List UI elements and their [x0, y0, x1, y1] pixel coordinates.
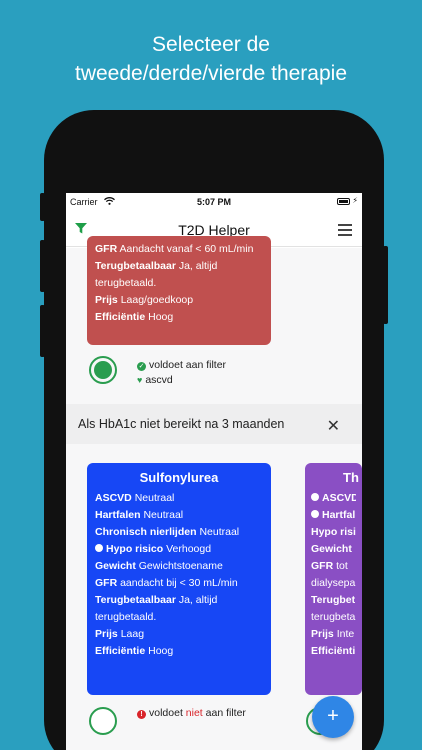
section-title: Als HbA1c niet bereikt na 3 maanden — [78, 417, 285, 431]
card-row: Gewicht — [311, 543, 352, 555]
card-title: Th — [343, 470, 359, 485]
card-row: Efficiëntie Hoog — [95, 311, 174, 323]
headline-line-2: tweede/derde/vierde therapie — [74, 62, 347, 85]
therapy-card-top[interactable]: GFR Aandacht vanaf < 60 mL/min Terugbeta… — [87, 236, 271, 345]
headline-line-1: Selecteer de — [152, 33, 270, 56]
card-row: GFR Aandacht vanaf < 60 mL/min — [95, 243, 254, 255]
status-bar: Carrier 5:07 PM ⚡ — [66, 193, 362, 211]
close-icon[interactable]: ✕ — [327, 416, 340, 436]
card-row: Terugbetaalbaar Ja, altijd — [95, 260, 218, 272]
section-header: Als HbA1c niet bereikt na 3 maanden ✕ — [66, 404, 362, 444]
card-row: ASCVD Neutraal — [95, 492, 175, 504]
phone-screen: Carrier 5:07 PM ⚡ T2D Helper GFR Aandach… — [66, 193, 362, 750]
filter-status-top: ✓ voldoet aan filter ♥ ascvd — [137, 359, 227, 386]
card-row: dialysepa — [311, 577, 356, 589]
check-dot-icon — [311, 493, 319, 501]
card-row: terugbetaald. — [95, 611, 157, 623]
card-title: Sulfonylurea — [139, 470, 219, 485]
card-row: Hypo risico Verhoogd — [95, 541, 263, 558]
card-row: Chronisch nierlijden Neutraal — [95, 526, 240, 538]
clock: 5:07 PM — [196, 197, 231, 207]
check-circle-icon: ✓ — [137, 362, 146, 371]
card-row: Efficiëntie Hoog — [95, 645, 174, 657]
card-row: Hypo risi — [311, 526, 356, 538]
therapy-list[interactable]: GFR Aandacht vanaf < 60 mL/min Terugbeta… — [66, 236, 362, 750]
card-row: Prijs Laag — [95, 628, 145, 640]
card-row: Gewicht Gewichtstoename — [95, 560, 223, 572]
add-button[interactable]: + — [312, 696, 354, 738]
error-icon: ! — [137, 710, 146, 719]
filter-status-sulfonylurea: ! voldoet niet aan filter — [137, 706, 246, 721]
card-row: Prijs Inte — [311, 628, 355, 640]
card-row: Efficiënti — [311, 645, 356, 657]
warning-dot-icon — [95, 544, 103, 552]
card-row: Terugbet — [311, 594, 356, 606]
card-row: GFR tot — [311, 560, 348, 572]
power-button — [383, 246, 388, 324]
select-radio-top[interactable] — [89, 356, 117, 384]
card-row: Terugbetaalbaar Ja, altijd — [95, 594, 218, 606]
volume-down-button — [40, 305, 45, 357]
card-row: Hartfal — [311, 507, 356, 524]
card-row: ASCVD — [311, 490, 356, 507]
heart-icon: ♥ — [137, 375, 143, 385]
warning-dot-icon — [311, 510, 319, 518]
volume-up-button — [40, 240, 45, 292]
card-row: terugbetaald. — [95, 277, 157, 289]
therapy-card-sulfonylurea[interactable]: Sulfonylurea ASCVD Neutraal Hartfalen Ne… — [87, 463, 271, 695]
card-row: GFR aandacht bij < 30 mL/min — [95, 577, 238, 589]
mute-switch — [40, 193, 45, 221]
card-row: Prijs Laag/goedkoop — [95, 294, 194, 306]
battery-icon — [337, 198, 350, 205]
therapy-card-partial[interactable]: Th ASCVD Hartfal Hypo risi Gewicht GFR t… — [305, 463, 362, 695]
hamburger-menu-icon[interactable] — [338, 224, 352, 239]
charging-icon: ⚡ — [352, 196, 358, 205]
promo-headline: Selecteer de tweede/derde/vierde therapi… — [0, 30, 422, 88]
card-row: Hartfalen Neutraal — [95, 509, 184, 521]
select-radio-sulfonylurea[interactable] — [89, 707, 117, 735]
card-row: terugbeta — [311, 611, 356, 623]
